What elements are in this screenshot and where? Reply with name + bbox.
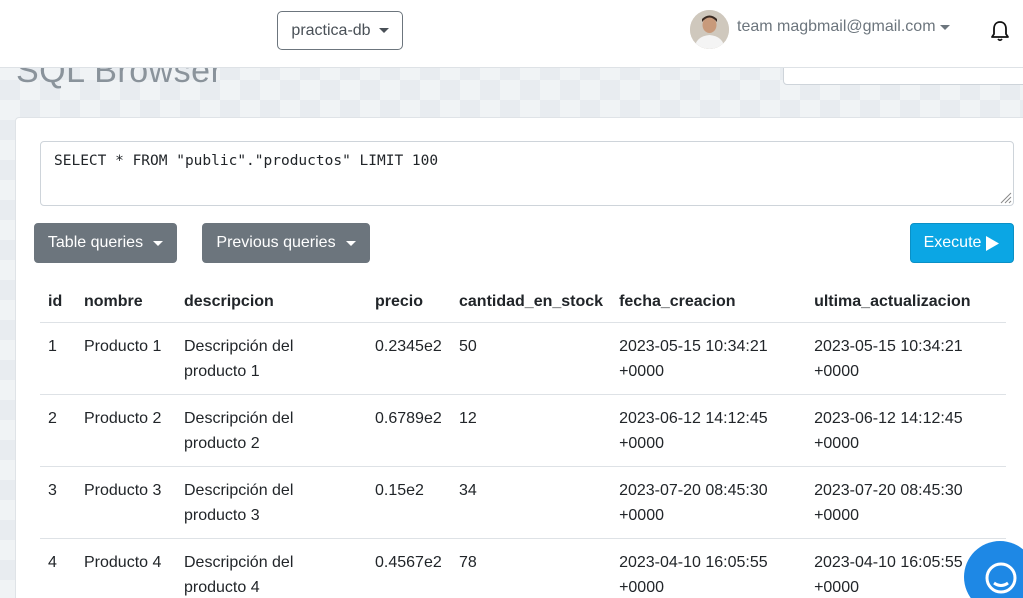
cell-cantidad: 34 [451, 466, 612, 539]
cell-precio: 0.15e2 [367, 466, 451, 539]
cell-id: 3 [40, 466, 76, 539]
table-row[interactable]: 2 Producto 2 Descripción del producto 2 … [40, 394, 1007, 467]
database-selector[interactable]: practica-db [277, 11, 403, 50]
bell-icon[interactable] [990, 20, 1010, 42]
column-header-nombre[interactable]: nombre [76, 282, 176, 323]
user-menu[interactable]: team magbmail@gmail.com [737, 18, 950, 36]
execute-button[interactable]: Execute [910, 223, 1014, 263]
sql-query-editor[interactable]: SELECT * FROM "public"."productos" LIMIT… [40, 141, 1014, 206]
avatar[interactable] [690, 10, 729, 49]
cell-descripcion: Descripción del producto 1 [176, 322, 367, 395]
cell-descripcion: Descripción del producto 2 [176, 394, 367, 467]
cell-ultima-actualizacion: 2023-05-15 10:34:21 +0000 [806, 322, 1007, 395]
table-queries-label: Table queries [47, 234, 144, 251]
user-email: team magbmail@gmail.com [737, 18, 936, 35]
column-header-fecha-creacion[interactable]: fecha_creacion [611, 282, 807, 323]
cell-nombre: Producto 1 [76, 322, 176, 395]
cell-ultima-actualizacion: 2023-07-20 08:45:30 +0000 [806, 466, 1007, 539]
cell-id: 1 [40, 322, 76, 395]
cell-fecha-creacion: 2023-04-10 16:05:55 +0000 [611, 538, 807, 598]
top-navbar: practica-db team magbmail@gmail.com [0, 0, 1023, 68]
cell-nombre: Producto 4 [76, 538, 176, 598]
resize-handle-icon[interactable] [998, 190, 1012, 204]
results-table: id nombre descripcion precio cantidad_en… [40, 282, 1007, 598]
play-icon [986, 235, 1000, 251]
chevron-down-icon [153, 240, 164, 246]
cell-id: 4 [40, 538, 76, 598]
database-name: practica-db [291, 21, 371, 39]
cell-fecha-creacion: 2023-06-12 14:12:45 +0000 [611, 394, 807, 467]
table-row[interactable]: 3 Producto 3 Descripción del producto 3 … [40, 466, 1007, 539]
cell-fecha-creacion: 2023-05-15 10:34:21 +0000 [611, 322, 807, 395]
cell-precio: 0.4567e2 [367, 538, 451, 598]
cell-ultima-actualizacion: 2023-06-12 14:12:45 +0000 [806, 394, 1007, 467]
table-row[interactable]: 4 Producto 4 Descripción del producto 4 … [40, 538, 1007, 598]
chat-icon[interactable] [964, 541, 1023, 598]
cell-nombre: Producto 2 [76, 394, 176, 467]
table-row[interactable]: 1 Producto 1 Descripción del producto 1 … [40, 322, 1007, 395]
cell-cantidad: 12 [451, 394, 612, 467]
cell-precio: 0.6789e2 [367, 394, 451, 467]
chevron-down-icon [939, 24, 950, 30]
cell-cantidad: 50 [451, 322, 612, 395]
table-queries-button[interactable]: Table queries [34, 223, 177, 263]
chevron-down-icon [378, 28, 389, 33]
cell-precio: 0.2345e2 [367, 322, 451, 395]
previous-queries-button[interactable]: Previous queries [202, 223, 370, 263]
cell-descripcion: Descripción del producto 3 [176, 466, 367, 539]
column-header-ultima-actualizacion[interactable]: ultima_actualizacion [806, 282, 1007, 323]
cell-descripcion: Descripción del producto 4 [176, 538, 367, 598]
cell-nombre: Producto 3 [76, 466, 176, 539]
previous-queries-label: Previous queries [216, 234, 336, 251]
column-header-id[interactable]: id [40, 282, 76, 323]
cell-fecha-creacion: 2023-07-20 08:45:30 +0000 [611, 466, 807, 539]
execute-label: Execute [923, 234, 982, 251]
cell-id: 2 [40, 394, 76, 467]
column-header-descripcion[interactable]: descripcion [176, 282, 367, 323]
chevron-down-icon [345, 240, 356, 246]
column-header-precio[interactable]: precio [367, 282, 451, 323]
column-header-cantidad-en-stock[interactable]: cantidad_en_stock [451, 282, 612, 323]
table-header-row: id nombre descripcion precio cantidad_en… [40, 282, 1007, 323]
cell-cantidad: 78 [451, 538, 612, 598]
